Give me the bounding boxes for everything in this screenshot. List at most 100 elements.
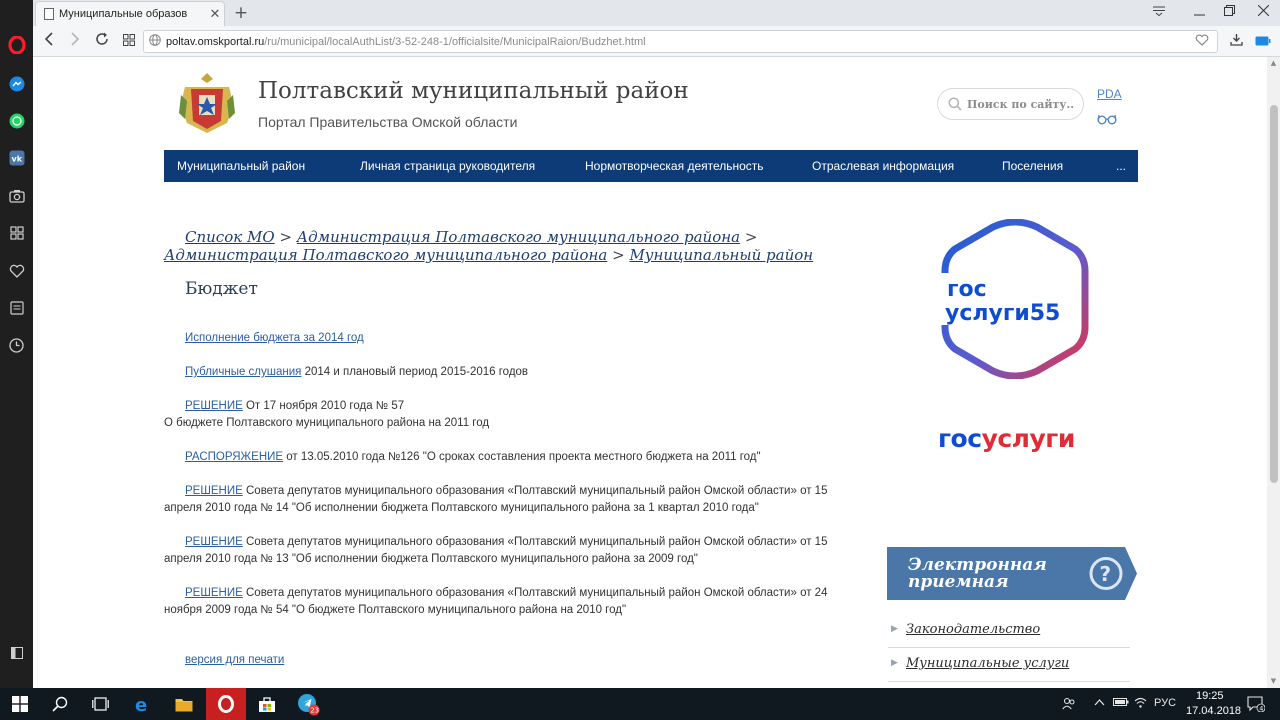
document-link[interactable]: РЕШЕНИЕ [185, 485, 243, 497]
scroll-up-icon[interactable]: ▲ [1269, 59, 1278, 67]
back-button[interactable] [38, 30, 60, 52]
document-text: О бюджете Полтавского муниципального рай… [164, 417, 490, 429]
gosuslugi-logo[interactable]: госуслуги [938, 424, 1088, 456]
heart-icon[interactable] [4, 258, 29, 283]
document-item: РЕШЕНИЕ От 17 ноября 2010 года № 57 [164, 398, 864, 415]
messenger-icon[interactable] [4, 71, 29, 96]
language-indicator[interactable]: РУС [1154, 697, 1176, 709]
show-hidden-icons-icon[interactable] [1094, 697, 1105, 709]
clock-date[interactable]: 17.04.2018 [1186, 705, 1241, 717]
omsk-emblem-icon [179, 73, 235, 133]
bookmark-heart-icon[interactable] [1195, 34, 1209, 49]
tab-title: Муниципальные образов [59, 8, 188, 20]
document-link[interactable]: Публичные слушания [185, 366, 301, 378]
document-item-continued: О бюджете Полтавского муниципального рай… [164, 415, 864, 432]
gosuslugi-logo-part1: гос [938, 424, 982, 453]
breadcrumb-item[interactable]: Муниципальный район [629, 246, 813, 264]
scrollbar-thumb[interactable] [1270, 105, 1278, 483]
menu-item-rulemaking[interactable]: Нормотворческая деятельность [585, 159, 764, 173]
question-icon: ? [1100, 562, 1112, 586]
search-box[interactable] [937, 88, 1084, 120]
document-item: РЕШЕНИЕ Совета депутатов муниципального … [164, 483, 864, 517]
e-reception-label: Электронная приемная [908, 555, 1047, 592]
people-icon[interactable] [1062, 697, 1076, 714]
triangle-right-icon: ▶ [891, 658, 898, 668]
document-text: Совета депутатов муниципального образова… [164, 536, 828, 565]
document-link[interactable]: РЕШЕНИЕ [185, 536, 243, 548]
document-text: 2014 и плановый период 2015-2016 годов [301, 366, 529, 378]
document-link[interactable]: РЕШЕНИЕ [185, 400, 243, 412]
menu-item-industry-info[interactable]: Отраслевая информация [812, 159, 954, 173]
sidebar-toggle-icon[interactable] [4, 640, 29, 665]
breadcrumb-item[interactable]: Администрация Полтавского муниципального… [164, 246, 607, 264]
scroll-down-icon[interactable]: ▼ [1269, 677, 1278, 685]
reload-button[interactable] [91, 30, 113, 52]
download-icon[interactable] [1225, 30, 1247, 52]
clock-time[interactable]: 19:25 [1196, 690, 1224, 702]
print-version-link[interactable]: версия для печати [185, 654, 284, 666]
speed-dial-icon[interactable] [4, 220, 29, 245]
tabs-grid-icon[interactable] [118, 30, 140, 52]
opera-taskbar-icon[interactable] [206, 688, 246, 720]
document-text: Совета депутатов муниципального образова… [164, 485, 828, 514]
breadcrumb-item[interactable]: Администрация Полтавского муниципального… [297, 228, 740, 246]
document-link[interactable]: РЕШЕНИЕ [185, 587, 243, 599]
sidebar-link-label: Муниципальные услуги [906, 656, 1070, 671]
sidebar-divider [888, 647, 1130, 648]
pda-link[interactable]: PDA [1097, 87, 1122, 101]
store-icon[interactable] [247, 688, 287, 720]
menu-item-head-page[interactable]: Личная страница руководителя [360, 159, 535, 173]
close-tab-icon[interactable]: ✕ [206, 6, 224, 22]
sidebar-divider [888, 681, 1130, 682]
history-icon[interactable] [4, 333, 29, 358]
telegram-icon[interactable]: 23 [288, 688, 328, 720]
gosuslugi55-banner[interactable]: гос услуги55 [935, 219, 1095, 379]
battery-icon[interactable] [1113, 697, 1129, 710]
address-bar[interactable]: poltav.omskportal.ru/ru/municipal/localA… [143, 30, 1218, 53]
page-scrollbar[interactable]: ▲ ▼ [1267, 57, 1280, 688]
menu-item-settlements[interactable]: Поселения [1002, 159, 1063, 173]
gosuslugi-logo-part2: услуги [981, 424, 1076, 453]
menu-item-municipal-district[interactable]: Муниципальный район [177, 159, 305, 173]
new-tab-button[interactable]: + [231, 3, 251, 23]
document-link[interactable]: Исполнение бюджета за 2014 год [185, 332, 364, 344]
document-link[interactable]: РАСПОРЯЖЕНИЕ [185, 451, 283, 463]
gosuslugi55-line2: услуги55 [945, 301, 1060, 326]
sidebar-link-legislation[interactable]: ▶ Законодательство [888, 622, 1130, 637]
breadcrumb-separator: > [279, 228, 292, 246]
document-text: Совета депутатов муниципального образова… [164, 587, 828, 616]
whatsapp-icon[interactable] [4, 108, 29, 133]
page-favicon-icon [44, 8, 54, 20]
search-icon[interactable] [40, 688, 80, 720]
notification-count: 4 [1259, 705, 1263, 712]
search-input[interactable] [967, 97, 1075, 111]
triangle-right-icon: ▶ [891, 624, 898, 634]
navigation-bar: poltav.omskportal.ru/ru/municipal/localA… [33, 26, 1280, 57]
svg-text:vk: vk [11, 154, 22, 163]
windows-start-icon[interactable] [0, 688, 40, 720]
browser-tab[interactable]: Муниципальные образов ✕ [35, 1, 225, 26]
news-icon[interactable] [4, 295, 29, 320]
wifi-icon[interactable] [1134, 697, 1147, 711]
camera-icon[interactable] [4, 183, 29, 208]
close-window-button[interactable] [1245, 2, 1280, 24]
document-item: РЕШЕНИЕ Совета депутатов муниципального … [164, 534, 864, 568]
menu-item-more[interactable]: ... [1116, 159, 1126, 173]
forward-button[interactable] [64, 30, 86, 52]
tab-menu-icon[interactable] [1141, 2, 1177, 24]
breadcrumb-item[interactable]: Список МО [185, 228, 275, 246]
battery-saver-icon[interactable] [1252, 30, 1274, 52]
sidebar-link-municipal-services[interactable]: ▶ Муниципальные услуги [888, 656, 1130, 671]
breadcrumb: Список МО > Администрация Полтавского му… [164, 228, 864, 264]
task-view-icon[interactable] [80, 688, 120, 720]
search-icon [948, 97, 962, 111]
site-subtitle: Портал Правительства Омской области [258, 114, 518, 130]
edge-icon[interactable]: e [123, 688, 163, 720]
opera-logo-icon[interactable] [4, 32, 29, 57]
document-text: от 13.05.2010 года №126 "О сроках состав… [283, 451, 761, 463]
glasses-icon[interactable] [1097, 111, 1117, 125]
restore-button[interactable] [1211, 2, 1247, 24]
vk-icon[interactable]: vk [4, 145, 29, 170]
notifications-icon[interactable]: 4 [1247, 696, 1266, 715]
file-explorer-icon[interactable] [164, 688, 204, 720]
